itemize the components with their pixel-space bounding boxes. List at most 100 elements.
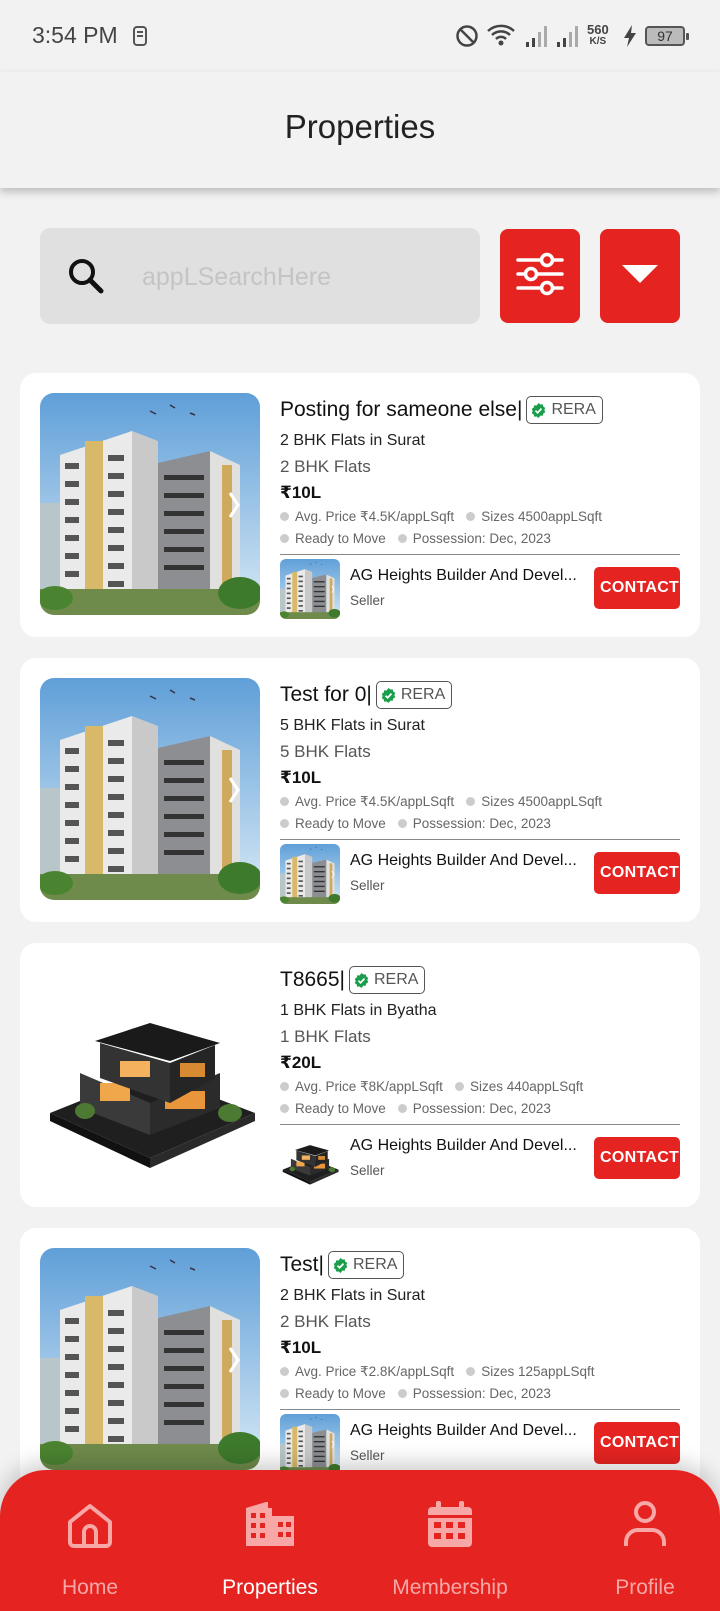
nav-home-label: Home <box>61 1576 119 1599</box>
filter-button[interactable] <box>500 229 580 323</box>
property-type: 1 BHK Flats <box>280 1027 371 1046</box>
title-row: Test| RERA <box>280 1248 680 1282</box>
meta-row-1: Avg. Price ₹4.5K/appLSqft Sizes 4500appLS… <box>280 506 680 528</box>
possession: Possession: Dec, 2023 <box>412 1386 551 1401</box>
signal-1-icon <box>525 24 549 53</box>
avg-price: Avg. Price ₹8K/appLSqft <box>295 1079 443 1094</box>
property-title: Test| <box>280 1253 324 1276</box>
avg-price: Avg. Price ₹4.5K/appLSqft <box>295 794 455 809</box>
calendar-icon <box>425 1500 475 1555</box>
property-type: 2 BHK Flats <box>280 1312 371 1331</box>
ready-status: Ready to Move <box>295 531 386 546</box>
battery-indicator: 97 <box>645 26 689 46</box>
nav-profile-label: Profile <box>615 1576 675 1599</box>
nav-properties[interactable]: Properties <box>180 1470 360 1611</box>
seller-role: Seller <box>350 1163 385 1178</box>
rera-label: RERA <box>374 971 419 988</box>
meta-row-2: Ready to Move Possession: Dec, 2023 <box>280 813 680 835</box>
seller-name: AG Heights Builder And Devel... <box>350 567 577 584</box>
app-bar: Properties <box>0 72 720 188</box>
meta-row-1: Avg. Price ₹4.5K/appLSqft Sizes 4500appLS… <box>280 791 680 813</box>
meta-row-1: Avg. Price ₹8K/appLSqft Sizes 440appLSqft <box>280 1076 680 1098</box>
home-icon <box>65 1500 115 1555</box>
contact-button[interactable]: CONTACT <box>594 1137 680 1179</box>
rera-badge: RERA <box>526 396 603 424</box>
search-box[interactable] <box>40 228 480 324</box>
property-image[interactable] <box>40 678 260 900</box>
contact-button[interactable]: CONTACT <box>594 1422 680 1464</box>
seller-row: AG Heights Builder And Devel... Seller CON… <box>280 1125 680 1191</box>
rera-label: RERA <box>400 686 446 703</box>
verified-check-icon <box>532 402 546 418</box>
status-time: 3:54 PM <box>32 22 118 48</box>
seller-avatar <box>280 559 340 619</box>
property-card[interactable]: Test| RERA 2 BHK Flats in Surat 2 BHK Flats… <box>20 1228 700 1492</box>
meta-row-2: Ready to Move Possession: Dec, 2023 <box>280 1098 680 1120</box>
property-image[interactable] <box>40 963 260 1185</box>
property-subtitle: 5 BHK Flats in Surat <box>280 717 425 734</box>
building-icon <box>244 1500 296 1553</box>
sliders-icon <box>515 252 565 301</box>
sizes: Sizes 440appLSqft <box>469 1079 584 1094</box>
property-card[interactable]: Posting for sameone else| RERA 2 BHK Flats… <box>20 373 700 637</box>
charging-icon <box>622 24 638 53</box>
contact-button[interactable]: CONTACT <box>594 567 680 609</box>
rera-badge: RERA <box>327 1251 405 1279</box>
meta-row-1: Avg. Price ₹2.8K/appLSqft Sizes 125appLSq… <box>280 1361 680 1383</box>
verified-check-icon <box>354 972 369 988</box>
property-card[interactable]: T8665| RERA 1 BHK Flats in Byatha 1 BHK Fla… <box>20 943 700 1207</box>
nav-properties-label: Properties <box>222 1576 318 1599</box>
avg-price: Avg. Price ₹2.8K/appLSqft <box>295 1364 455 1379</box>
sizes: Sizes 4500appLSqft <box>481 794 603 809</box>
property-title: Test for 0| <box>280 683 372 706</box>
sort-dropdown-button[interactable] <box>600 229 680 323</box>
ready-status: Ready to Move <box>295 1386 386 1401</box>
sim-icon <box>130 24 152 53</box>
property-subtitle: 1 BHK Flats in Byatha <box>280 1002 437 1019</box>
property-price: ₹10L <box>280 768 322 787</box>
seller-role: Seller <box>350 593 385 608</box>
contact-button[interactable]: CONTACT <box>594 852 680 894</box>
signal-2-icon <box>556 24 580 53</box>
possession: Possession: Dec, 2023 <box>412 1101 551 1116</box>
property-subtitle: 2 BHK Flats in Surat <box>280 1287 425 1304</box>
property-card[interactable]: Test for 0| RERA 5 BHK Flats in Surat 5 BHK… <box>20 658 700 922</box>
rera-label: RERA <box>352 1256 398 1273</box>
network-speed: 560 K/S <box>587 22 609 48</box>
bottom-nav: Home Properties Membership Profile <box>0 1470 720 1611</box>
title-row: T8665| RERA <box>280 963 680 997</box>
seller-row: AG Heights Builder And Devel... Seller CON… <box>280 1410 680 1476</box>
property-image[interactable] <box>40 393 260 615</box>
property-subtitle: 2 BHK Flats in Surat <box>280 432 425 449</box>
seller-avatar <box>280 1129 340 1189</box>
seller-row: AG Heights Builder And Devel... Seller CON… <box>280 840 680 906</box>
property-title: T8665| <box>280 968 345 991</box>
property-details: Posting for sameone else| RERA 2 BHK Flats… <box>280 393 680 621</box>
ready-status: Ready to Move <box>295 1101 386 1116</box>
status-bar: 3:54 PM 560 K/S 97 <box>0 0 720 72</box>
sizes: Sizes 125appLSqft <box>481 1364 595 1379</box>
avg-price: Avg. Price ₹4.5K/appLSqft <box>295 509 455 524</box>
verified-check-icon <box>333 1257 348 1273</box>
nav-home[interactable]: Home <box>0 1470 180 1611</box>
property-title: Posting for sameone else| <box>280 398 523 421</box>
property-details: Test| RERA 2 BHK Flats in Surat 2 BHK Flats… <box>280 1248 680 1476</box>
seller-name: AG Heights Builder And Devel... <box>350 852 577 869</box>
dropdown-triangle-icon <box>620 263 660 290</box>
property-type: 5 BHK Flats <box>280 742 371 761</box>
nav-profile[interactable]: Profile <box>555 1470 720 1611</box>
nav-membership[interactable]: Membership <box>360 1470 540 1611</box>
seller-name: AG Heights Builder And Devel... <box>350 1137 577 1154</box>
page-title: Properties <box>284 108 436 145</box>
wifi-icon <box>486 22 516 53</box>
nav-membership-label: Membership <box>392 1576 508 1599</box>
property-image[interactable] <box>40 1248 260 1470</box>
speed-value: 560 <box>587 22 609 37</box>
property-type: 2 BHK Flats <box>280 457 371 476</box>
seller-avatar <box>280 844 340 904</box>
seller-role: Seller <box>350 878 385 893</box>
search-input[interactable] <box>140 256 464 298</box>
speed-unit: K/S <box>589 36 607 47</box>
rera-label: RERA <box>551 401 596 418</box>
verified-check-icon <box>381 687 396 703</box>
